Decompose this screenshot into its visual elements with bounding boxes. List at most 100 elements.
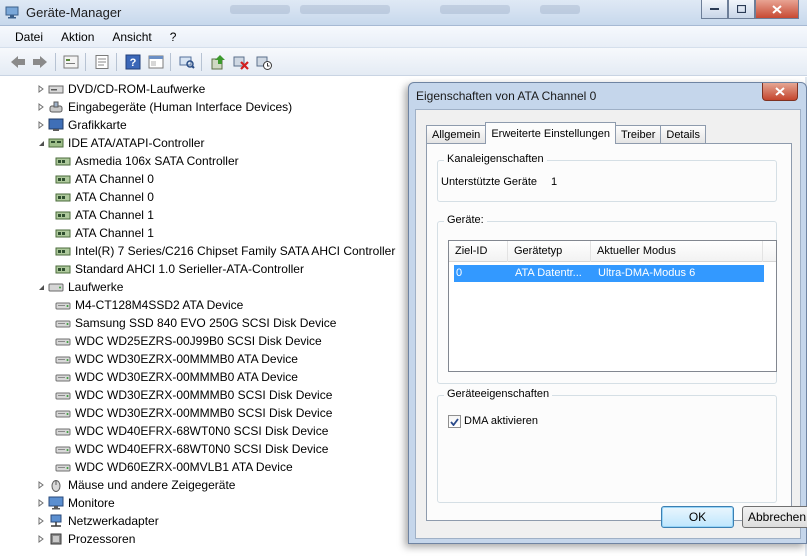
- update-driver-icon[interactable]: [209, 53, 227, 71]
- tree-device[interactable]: Standard AHCI 1.0 Serieller-ATA-Controll…: [55, 260, 304, 278]
- tree-category[interactable]: IDE ATA/ATAPI-Controller: [36, 134, 204, 152]
- tree-device[interactable]: WDC WD30EZRX-00MMMB0 ATA Device: [55, 368, 298, 386]
- tab-erweiterte-einstellungen[interactable]: Erweiterte Einstellungen: [485, 122, 616, 144]
- toolbar-separator: [116, 53, 117, 71]
- device-properties-group: Geräteeigenschaften DMA aktivieren: [437, 388, 777, 503]
- hard-disk-icon: [55, 406, 71, 420]
- tree-item-label: Prozessoren: [68, 532, 136, 546]
- toolbar-separator: [85, 53, 86, 71]
- group-legend: Geräte:: [444, 214, 487, 226]
- collapsed-arrow-icon[interactable]: [36, 85, 45, 94]
- processor-icon: [48, 532, 64, 546]
- tree-item-label: WDC WD30EZRX-00MMMB0 ATA Device: [75, 352, 298, 366]
- cancel-button[interactable]: Abbrechen: [742, 506, 807, 528]
- monitor-icon: [48, 496, 64, 510]
- expanded-arrow-icon[interactable]: [36, 139, 45, 148]
- expanded-arrow-icon[interactable]: [36, 283, 45, 292]
- tree-device[interactable]: WDC WD40EFRX-68WT0N0 SCSI Disk Device: [55, 440, 328, 458]
- tree-device[interactable]: ATA Channel 1: [55, 206, 154, 224]
- tree-item-label: ATA Channel 1: [75, 208, 154, 222]
- device-tree[interactable]: DVD/CD-ROM-Laufwerke Eingabegeräte (Human…: [0, 77, 410, 556]
- ide-channel-icon: [55, 172, 71, 186]
- tree-item-label: ATA Channel 1: [75, 226, 154, 240]
- uninstall-device-icon[interactable]: [232, 53, 250, 71]
- close-button[interactable]: [755, 0, 799, 19]
- collapsed-arrow-icon[interactable]: [36, 499, 45, 508]
- devices-listview[interactable]: Ziel-ID Gerätetyp Aktueller Modus 0 ATA …: [448, 240, 777, 372]
- toolbar-separator: [201, 53, 202, 71]
- menu-ansicht[interactable]: Ansicht: [103, 30, 160, 44]
- blurred-title-text: [230, 5, 290, 14]
- hard-disk-icon: [55, 352, 71, 366]
- forward-arrow-icon[interactable]: [31, 53, 49, 71]
- tree-category[interactable]: Prozessoren: [36, 530, 135, 548]
- tree-category[interactable]: Netzwerkadapter: [36, 512, 159, 530]
- tree-device[interactable]: WDC WD25EZRS-00J99B0 SCSI Disk Device: [55, 332, 322, 350]
- tree-category[interactable]: Mäuse und andere Zeigegeräte: [36, 476, 235, 494]
- column-header-ziel-id[interactable]: Ziel-ID: [449, 241, 508, 262]
- back-arrow-icon[interactable]: [9, 53, 27, 71]
- supported-devices-label: Unterstützte Geräte: [441, 176, 537, 188]
- tab-strip: Allgemein Erweiterte Einstellungen Treib…: [426, 122, 706, 144]
- dma-checkbox[interactable]: [448, 415, 461, 428]
- tab-details[interactable]: Details: [660, 125, 706, 144]
- table-row[interactable]: 0 ATA Datentr... Ultra-DMA-Modus 6: [454, 265, 764, 282]
- menu-aktion[interactable]: Aktion: [52, 30, 103, 44]
- tree-device[interactable]: ATA Channel 0: [55, 188, 154, 206]
- column-header-aktueller-modus[interactable]: Aktueller Modus: [591, 241, 763, 262]
- column-header-geraetetyp[interactable]: Gerätetyp: [508, 241, 591, 262]
- maximize-button[interactable]: [728, 0, 755, 19]
- tree-category[interactable]: Laufwerke: [36, 278, 123, 296]
- tab-allgemein[interactable]: Allgemein: [426, 125, 487, 144]
- menu-help[interactable]: ?: [161, 30, 186, 44]
- tree-category[interactable]: Grafikkarte: [36, 116, 127, 134]
- tree-device[interactable]: WDC WD30EZRX-00MMMB0 SCSI Disk Device: [55, 386, 332, 404]
- tree-device[interactable]: M4-CT128M4SSD2 ATA Device: [55, 296, 243, 314]
- tree-device[interactable]: Samsung SSD 840 EVO 250G SCSI Disk Devic…: [55, 314, 336, 332]
- tree-item-label: WDC WD30EZRX-00MMMB0 SCSI Disk Device: [75, 406, 333, 420]
- dialog-body: Allgemein Erweiterte Einstellungen Treib…: [415, 109, 807, 539]
- tree-device[interactable]: ATA Channel 1: [55, 224, 154, 242]
- tree-item-label: Intel(R) 7 Series/C216 Chipset Family SA…: [75, 244, 396, 258]
- collapsed-arrow-icon[interactable]: [36, 103, 45, 112]
- collapsed-arrow-icon[interactable]: [36, 517, 45, 526]
- help-icon[interactable]: ?: [124, 53, 142, 71]
- tree-device[interactable]: WDC WD40EFRX-68WT0N0 SCSI Disk Device: [55, 422, 328, 440]
- tree-category[interactable]: DVD/CD-ROM-Laufwerke: [36, 80, 205, 98]
- dma-checkbox-label[interactable]: DMA aktivieren: [464, 415, 538, 427]
- blurred-title-text: [540, 5, 580, 14]
- collapsed-arrow-icon[interactable]: [36, 535, 45, 544]
- collapsed-arrow-icon[interactable]: [36, 121, 45, 130]
- scan-hardware-icon[interactable]: [178, 53, 196, 71]
- console-icon[interactable]: [147, 53, 165, 71]
- tree-view-icon[interactable]: [62, 53, 80, 71]
- tree-device[interactable]: WDC WD30EZRX-00MMMB0 ATA Device: [55, 350, 298, 368]
- minimize-button[interactable]: [701, 0, 728, 19]
- disable-device-icon[interactable]: [255, 53, 273, 71]
- properties-icon[interactable]: [93, 53, 111, 71]
- device-manager-icon: [5, 5, 19, 19]
- blurred-title-text: [440, 5, 510, 14]
- tree-item-label: Laufwerke: [68, 280, 124, 294]
- ide-channel-icon: [55, 190, 71, 204]
- ok-button[interactable]: OK: [661, 506, 734, 528]
- menu-datei[interactable]: Datei: [6, 30, 52, 44]
- tab-treiber[interactable]: Treiber: [614, 125, 662, 144]
- tree-device[interactable]: ATA Channel 0: [55, 170, 154, 188]
- tree-item-label: WDC WD30EZRX-00MMMB0 SCSI Disk Device: [75, 388, 333, 402]
- cell-ziel-id: 0: [456, 267, 463, 279]
- toolbar-separator: [55, 53, 56, 71]
- tree-device[interactable]: WDC WD30EZRX-00MMMB0 SCSI Disk Device: [55, 404, 332, 422]
- tree-device[interactable]: Asmedia 106x SATA Controller: [55, 152, 239, 170]
- tree-item-label: WDC WD60EZRX-00MVLB1 ATA Device: [75, 460, 293, 474]
- tree-category[interactable]: Eingabegeräte (Human Interface Devices): [36, 98, 292, 116]
- cell-aktueller-modus: Ultra-DMA-Modus 6: [598, 267, 696, 279]
- tree-device[interactable]: WDC WD60EZRX-00MVLB1 ATA Device: [55, 458, 293, 476]
- tree-device[interactable]: Intel(R) 7 Series/C216 Chipset Family SA…: [55, 242, 395, 260]
- collapsed-arrow-icon[interactable]: [36, 481, 45, 490]
- tree-item-label: Grafikkarte: [68, 118, 127, 132]
- dialog-close-button[interactable]: [762, 83, 798, 101]
- tree-item-label: Mäuse und andere Zeigegeräte: [68, 478, 236, 492]
- tree-item-label: IDE ATA/ATAPI-Controller: [68, 136, 205, 150]
- tree-category[interactable]: Monitore: [36, 494, 115, 512]
